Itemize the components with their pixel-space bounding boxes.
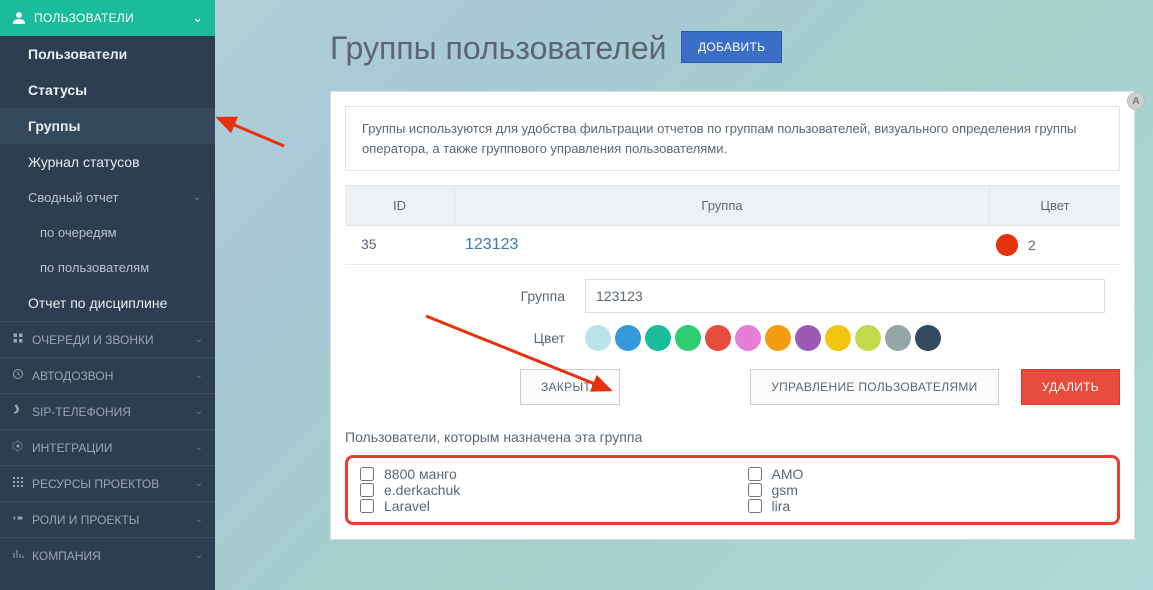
cell-id: 35: [345, 226, 455, 264]
sidebar-section[interactable]: ИНТЕГРАЦИИ ⌄: [0, 429, 215, 465]
user-checkbox[interactable]: [748, 467, 762, 481]
section-icon: [12, 440, 24, 455]
section-icon: [12, 476, 24, 491]
col-color-header: Цвет: [990, 186, 1120, 225]
col-group-header: Группа: [455, 186, 990, 225]
cell-count: 2: [1028, 237, 1036, 253]
group-field-label: Группа: [345, 288, 585, 304]
sidebar-header-users[interactable]: ПОЛЬЗОВАТЕЛИ ⌄: [0, 0, 215, 36]
sidebar-item[interactable]: Пользователи: [0, 36, 215, 72]
user-label: Laravel: [384, 498, 430, 514]
user-item: AMO: [748, 466, 1106, 482]
content-panel: Группы используются для удобства фильтра…: [330, 91, 1135, 540]
color-picker: [585, 325, 941, 351]
user-item: 8800 манго: [360, 466, 718, 482]
chevron-down-icon: ⌄: [192, 10, 203, 26]
sidebar-section[interactable]: РОЛИ И ПРОЕКТЫ ⌄: [0, 501, 215, 537]
user-item: Laravel: [360, 498, 718, 514]
user-checkbox[interactable]: [748, 483, 762, 497]
color-swatch[interactable]: [735, 325, 761, 351]
add-button[interactable]: ДОБАВИТЬ: [681, 31, 782, 63]
color-swatch[interactable]: [915, 325, 941, 351]
sidebar-item[interactable]: Группы: [0, 108, 215, 144]
sidebar-section[interactable]: ОЧЕРЕДИ И ЗВОНКИ ⌄: [0, 321, 215, 357]
sidebar-section-label: РОЛИ И ПРОЕКТЫ: [32, 513, 139, 527]
user-checkbox[interactable]: [360, 483, 374, 497]
section-icon: [12, 368, 24, 383]
user-icon: [12, 11, 26, 25]
user-checkbox[interactable]: [360, 499, 374, 513]
sidebar-section-label: ИНТЕГРАЦИИ: [32, 441, 112, 455]
page-title: Группы пользователей: [330, 30, 667, 67]
color-dot-icon: [996, 234, 1018, 256]
chevron-down-icon: ⌄: [195, 406, 203, 417]
user-label: 8800 манго: [384, 466, 457, 482]
section-icon: [12, 404, 24, 419]
chevron-down-icon: ⌄: [195, 478, 203, 489]
chevron-down-icon: ⌄: [193, 192, 201, 203]
sidebar-item[interactable]: Статусы: [0, 72, 215, 108]
section-icon: [12, 548, 24, 563]
sidebar-section-label: АВТОДОЗВОН: [32, 369, 113, 383]
sidebar-section-label: РЕСУРСЫ ПРОЕКТОВ: [32, 477, 159, 491]
chevron-down-icon: ⌄: [195, 370, 203, 381]
section-icon: [12, 332, 24, 347]
color-field-label: Цвет: [345, 330, 585, 346]
manage-users-button[interactable]: УПРАВЛЕНИЕ ПОЛЬЗОВАТЕЛЯМИ: [750, 369, 998, 405]
color-swatch[interactable]: [585, 325, 611, 351]
users-section-title: Пользователи, которым назначена эта груп…: [345, 429, 1120, 445]
chevron-down-icon: ⌄: [195, 514, 203, 525]
info-box: Группы используются для удобства фильтра…: [345, 106, 1120, 171]
sidebar-section[interactable]: SIP-ТЕЛЕФОНИЯ ⌄: [0, 393, 215, 429]
user-label: e.derkachuk: [384, 482, 460, 498]
color-swatch[interactable]: [885, 325, 911, 351]
sidebar-section[interactable]: РЕСУРСЫ ПРОЕКТОВ ⌄: [0, 465, 215, 501]
user-checkbox[interactable]: [748, 499, 762, 513]
user-item: e.derkachuk: [360, 482, 718, 498]
sidebar-item[interactable]: по пользователям: [0, 250, 215, 285]
main-content: Группы пользователей ДОБАВИТЬ Группы исп…: [215, 0, 1153, 558]
user-label: lira: [772, 498, 791, 514]
color-swatch[interactable]: [855, 325, 881, 351]
edit-form: Группа Цвет: [345, 279, 1120, 351]
cell-group-link[interactable]: 123123: [465, 236, 518, 253]
sidebar-item[interactable]: по очередям: [0, 215, 215, 250]
user-label: AMO: [772, 466, 804, 482]
action-row: ЗАКРЫТЬ УПРАВЛЕНИЕ ПОЛЬЗОВАТЕЛЯМИ УДАЛИТ…: [345, 369, 1120, 405]
color-swatch[interactable]: [825, 325, 851, 351]
sidebar-section-label: КОМПАНИЯ: [32, 549, 101, 563]
sidebar-section[interactable]: КОМПАНИЯ ⌄: [0, 537, 215, 573]
sidebar: ПОЛЬЗОВАТЕЛИ ⌄ ПользователиСтатусыГруппы…: [0, 0, 215, 590]
user-item: lira: [748, 498, 1106, 514]
sidebar-item[interactable]: Отчет по дисциплине: [0, 285, 215, 321]
user-item: gsm: [748, 482, 1106, 498]
color-swatch[interactable]: [615, 325, 641, 351]
color-swatch[interactable]: [765, 325, 791, 351]
color-swatch[interactable]: [705, 325, 731, 351]
users-box: 8800 мангоe.derkachukLaravel AMOgsmlira: [345, 455, 1120, 525]
sidebar-section-label: SIP-ТЕЛЕФОНИЯ: [32, 405, 131, 419]
sidebar-item[interactable]: Сводный отчет ⌄: [0, 180, 215, 215]
chevron-down-icon: ⌄: [195, 442, 203, 453]
sidebar-item[interactable]: Журнал статусов: [0, 144, 215, 180]
sidebar-section[interactable]: АВТОДОЗВОН ⌄: [0, 357, 215, 393]
section-icon: [12, 512, 24, 527]
user-checkbox[interactable]: [360, 467, 374, 481]
user-label: gsm: [772, 482, 798, 498]
color-swatch[interactable]: [675, 325, 701, 351]
sidebar-section-label: ОЧЕРЕДИ И ЗВОНКИ: [32, 333, 154, 347]
delete-button[interactable]: УДАЛИТЬ: [1021, 369, 1120, 405]
help-badge[interactable]: A: [1127, 92, 1145, 110]
color-swatch[interactable]: [795, 325, 821, 351]
sidebar-item-label: Сводный отчет: [28, 190, 119, 205]
close-button[interactable]: ЗАКРЫТЬ: [520, 369, 620, 405]
color-swatch[interactable]: [645, 325, 671, 351]
table-header: ID Группа Цвет: [345, 185, 1120, 226]
table-row: 35 123123 2: [345, 226, 1120, 265]
group-input[interactable]: [585, 279, 1105, 313]
sidebar-header-label: ПОЛЬЗОВАТЕЛИ: [34, 11, 134, 25]
col-id-header: ID: [345, 186, 455, 225]
chevron-down-icon: ⌄: [195, 334, 203, 345]
chevron-down-icon: ⌄: [195, 550, 203, 561]
